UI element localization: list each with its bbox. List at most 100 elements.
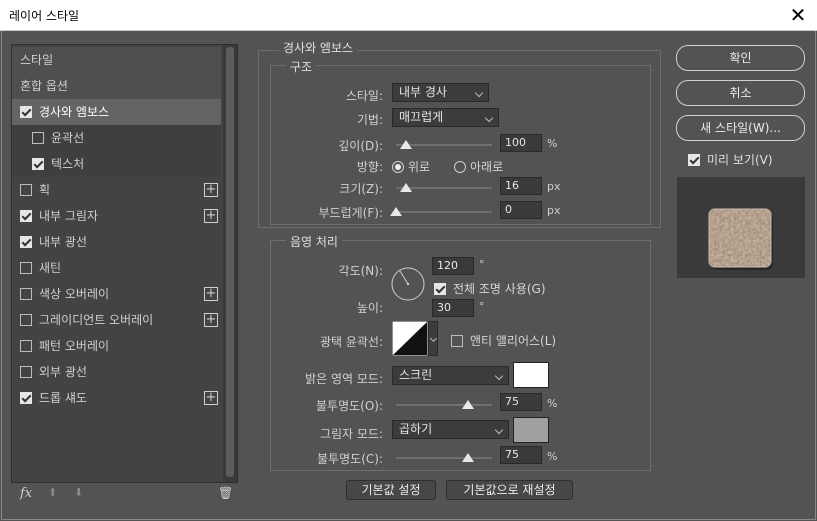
list-item-outer-glow[interactable]: 외부 광선: [12, 359, 221, 385]
list-scrollbar[interactable]: [223, 45, 237, 482]
list-item-color-overlay[interactable]: 색상 오버레이 +: [12, 281, 221, 307]
fx-icon[interactable]: fx: [20, 486, 32, 501]
checkbox-inner-shadow[interactable]: [20, 210, 32, 222]
opacity1-unit: %: [547, 397, 558, 410]
opacity1-slider[interactable]: [396, 404, 492, 406]
list-item-label: 색상 오버레이: [39, 287, 110, 301]
depth-label: 깊이(D):: [338, 139, 383, 153]
list-item-label: 윤곽선: [51, 131, 85, 145]
checkbox-color-overlay[interactable]: [20, 288, 32, 300]
shadow-mode-select[interactable]: 곱하기: [392, 420, 509, 439]
preview-checkbox[interactable]: 미리 보기(V): [688, 151, 773, 168]
list-item-blend-options[interactable]: 혼합 옵션: [12, 73, 221, 99]
checkbox-outer-glow[interactable]: [20, 366, 32, 378]
list-item-drop-shadow[interactable]: 드롭 섀도 +: [12, 385, 221, 411]
checkbox-gradient-overlay[interactable]: [20, 314, 32, 326]
anti-alias-checkbox[interactable]: 앤티 앨리어스(L): [451, 332, 556, 349]
add-gradient-overlay-icon[interactable]: +: [204, 313, 218, 327]
gloss-contour-swatch[interactable]: [392, 321, 428, 356]
checkbox-anti-alias[interactable]: [451, 335, 463, 347]
reset-default-button[interactable]: 기본값으로 재설정: [446, 480, 573, 500]
angle-unit: °: [479, 258, 485, 271]
style-preview: [677, 177, 805, 278]
checkbox-global-light[interactable]: [434, 283, 446, 295]
checkbox-preview[interactable]: [688, 154, 700, 166]
direction-down-radio[interactable]: 아래로: [454, 158, 503, 175]
list-item-label: 경사와 엠보스: [39, 105, 110, 119]
size-input[interactable]: 16: [500, 177, 542, 195]
add-stroke-icon[interactable]: +: [204, 183, 218, 197]
radio-down[interactable]: [454, 161, 466, 173]
soften-slider[interactable]: [396, 211, 492, 213]
soften-input[interactable]: 0: [500, 201, 542, 219]
list-item-styles[interactable]: 스타일: [12, 47, 221, 73]
new-style-button[interactable]: 새 스타일(W)...: [676, 115, 805, 141]
list-item-label: 스타일: [20, 53, 54, 67]
gloss-contour-label: 광택 윤곽선:: [319, 335, 383, 349]
checkbox-drop-shadow[interactable]: [20, 392, 32, 404]
structure-title: 구조: [286, 58, 317, 75]
technique-label: 기법:: [356, 113, 383, 127]
opacity1-slider-thumb[interactable]: [462, 400, 474, 409]
technique-select[interactable]: 매끄럽게: [392, 108, 499, 127]
add-color-overlay-icon[interactable]: +: [204, 287, 218, 301]
opacity1-input[interactable]: 75: [500, 393, 542, 411]
opacity2-slider[interactable]: [396, 457, 492, 459]
size-slider-thumb[interactable]: [399, 183, 412, 192]
angle-label: 각도(N):: [338, 264, 383, 278]
list-item-texture[interactable]: 텍스처: [12, 151, 221, 177]
list-item-inner-glow[interactable]: 내부 광선: [12, 229, 221, 255]
list-item-label: 내부 그림자: [39, 209, 99, 223]
list-item-satin[interactable]: 새틴: [12, 255, 221, 281]
list-item-pattern-overlay[interactable]: 패턴 오버레이: [12, 333, 221, 359]
altitude-input[interactable]: 30: [432, 299, 474, 317]
highlight-color-swatch[interactable]: [513, 362, 549, 388]
move-down-icon[interactable]: ⬇: [74, 486, 83, 499]
list-item-bevel-emboss[interactable]: 경사와 엠보스: [12, 99, 221, 125]
radio-up[interactable]: [392, 161, 404, 173]
checkbox-bevel[interactable]: [20, 106, 32, 118]
opacity1-label: 불투명도(O):: [315, 399, 383, 413]
global-light-checkbox[interactable]: 전체 조명 사용(G): [434, 280, 546, 297]
list-item-label: 드롭 섀도: [39, 391, 87, 405]
checkbox-stroke[interactable]: [20, 184, 32, 196]
list-item-stroke[interactable]: 획 +: [12, 177, 221, 203]
shadow-color-swatch[interactable]: [513, 417, 549, 443]
checkbox-inner-glow[interactable]: [20, 236, 32, 248]
highlight-mode-label: 밝은 영역 모드:: [305, 372, 383, 386]
style-label: 스타일:: [345, 89, 383, 103]
angle-dial[interactable]: [390, 266, 426, 302]
checkbox-pattern-overlay[interactable]: [20, 340, 32, 352]
checkbox-contour[interactable]: [32, 132, 44, 144]
ok-button[interactable]: 확인: [676, 45, 805, 71]
close-icon[interactable]: ✕: [788, 3, 808, 27]
chevron-down-icon: [429, 334, 438, 343]
radio-down-label: 아래로: [470, 160, 504, 174]
angle-input[interactable]: 120: [432, 257, 474, 275]
title-bar: 레이어 스타일 ✕: [0, 0, 817, 31]
opacity2-input[interactable]: 75: [500, 446, 542, 464]
trash-icon[interactable]: 🗑: [218, 486, 233, 500]
list-item-gradient-overlay[interactable]: 그레이디언트 오버레이 +: [12, 307, 221, 333]
soften-slider-thumb[interactable]: [390, 207, 402, 216]
checkbox-satin[interactable]: [20, 262, 32, 274]
move-up-icon[interactable]: ⬆: [48, 486, 57, 499]
opacity2-unit: %: [547, 450, 558, 463]
list-item-inner-shadow[interactable]: 내부 그림자 +: [12, 203, 221, 229]
highlight-mode-select[interactable]: 스크린: [392, 366, 509, 385]
depth-slider-thumb[interactable]: [399, 140, 412, 149]
list-item-contour[interactable]: 윤곽선: [12, 125, 221, 151]
cancel-button[interactable]: 취소: [676, 80, 805, 106]
depth-input[interactable]: 100: [500, 134, 542, 152]
direction-up-radio[interactable]: 위로: [392, 158, 430, 175]
add-inner-shadow-icon[interactable]: +: [204, 209, 218, 223]
preview-label: 미리 보기(V): [707, 153, 773, 167]
style-select[interactable]: 내부 경사: [392, 83, 489, 102]
checkbox-texture[interactable]: [32, 158, 44, 170]
opacity2-slider-thumb[interactable]: [462, 453, 474, 462]
direction-label: 방향:: [356, 160, 383, 174]
set-default-button[interactable]: 기본값 설정: [346, 480, 436, 500]
scrollbar-thumb[interactable]: [226, 47, 234, 477]
gloss-contour-dropdown[interactable]: [428, 321, 438, 356]
add-drop-shadow-icon[interactable]: +: [204, 391, 218, 405]
